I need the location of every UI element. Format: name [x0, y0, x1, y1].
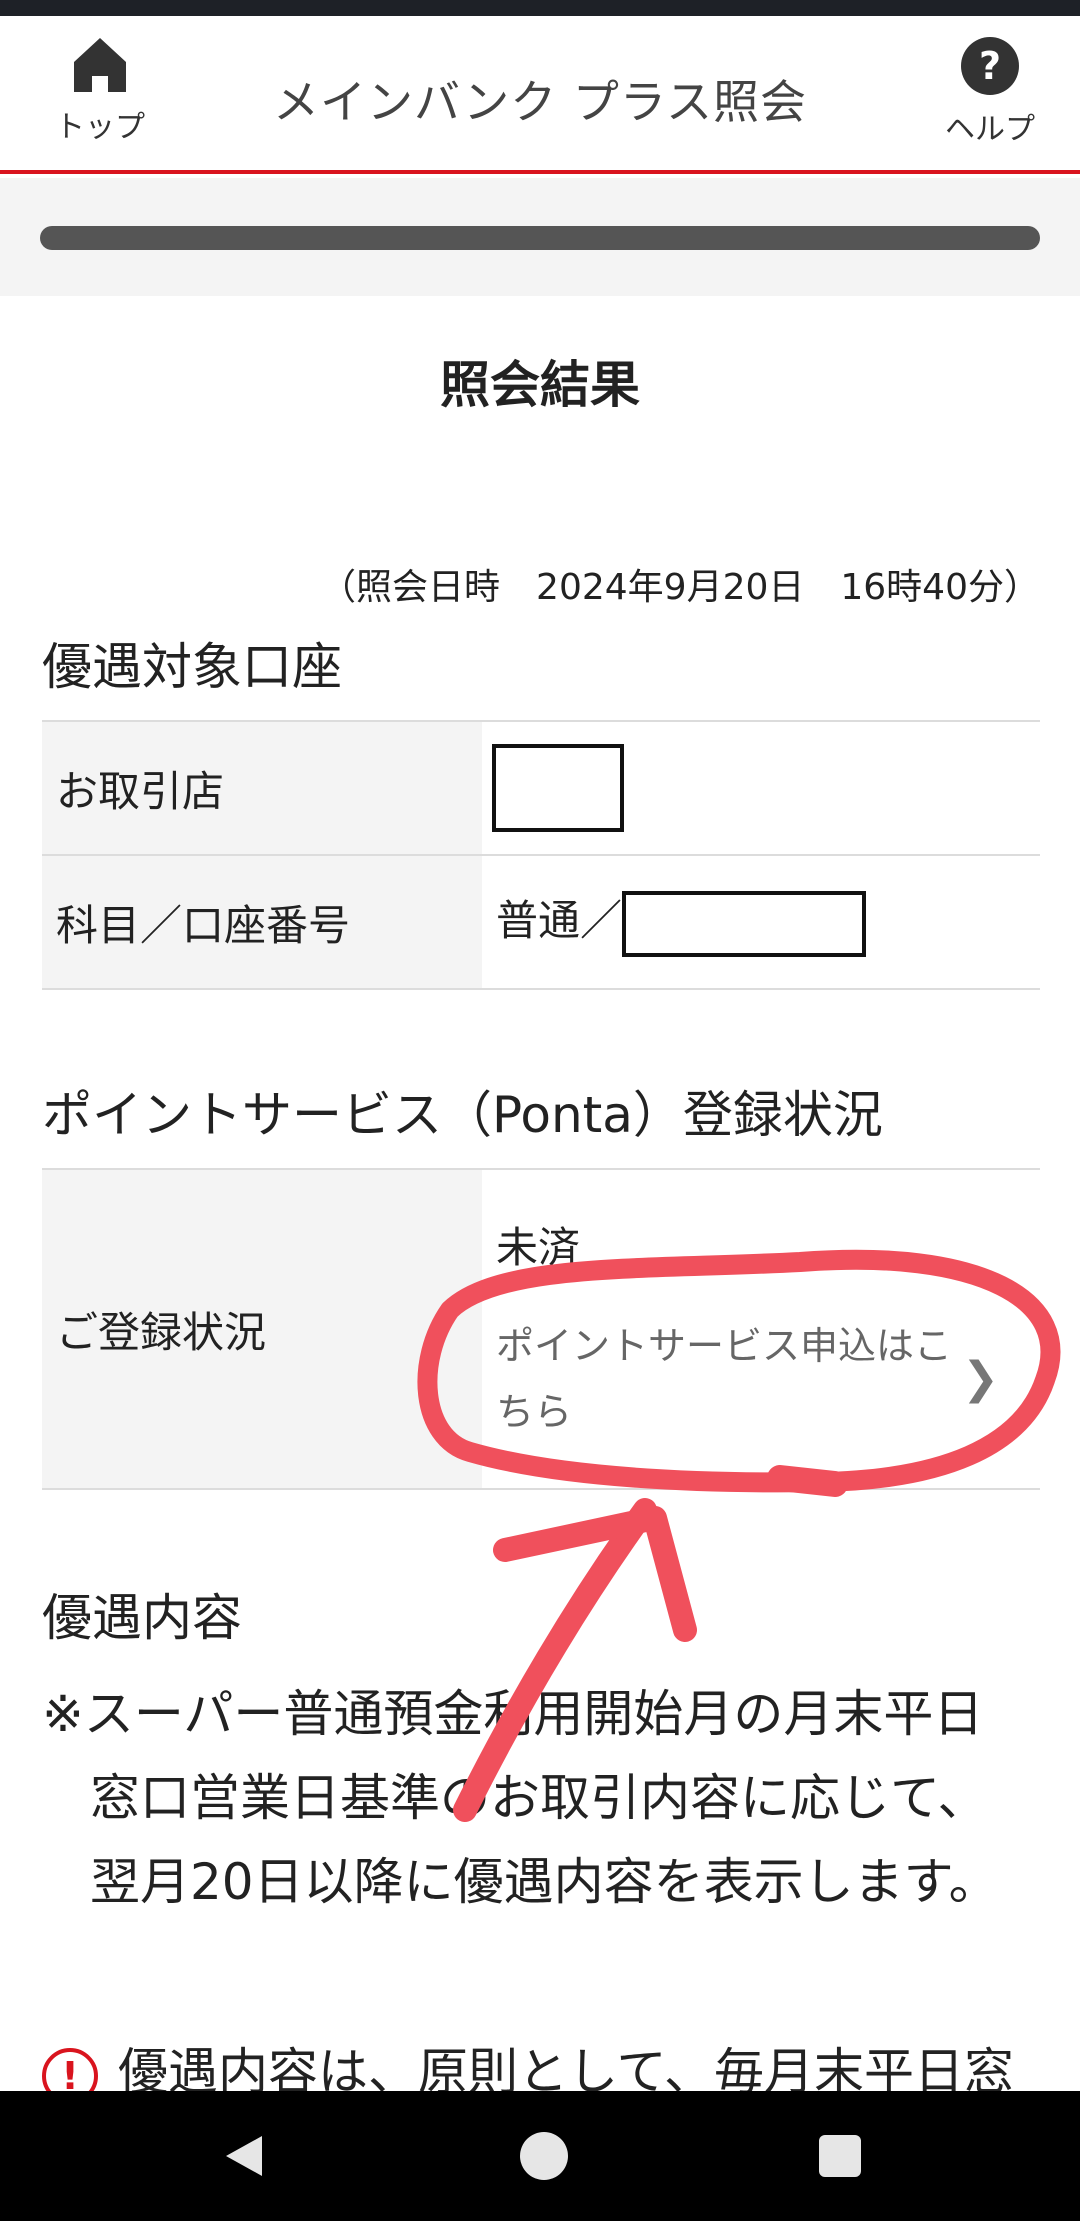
registration-value: 未済 ポイントサービス申込はこちら ❯: [482, 1168, 1040, 1490]
back-icon[interactable]: [214, 2126, 274, 2186]
note-line-3: 翌月20日以降に優遇内容を表示します。: [90, 1853, 999, 1911]
point-table: ご登録状況 未済 ポイントサービス申込はこちら ❯: [42, 1168, 1040, 1490]
registration-status: 未済: [496, 1222, 581, 1272]
inquiry-datetime: （照会日時 2024年9月20日 16時40分）: [320, 567, 1040, 608]
table-row: お取引店: [42, 720, 1040, 856]
app-header: トップ メインバンク プラス照会 ? ヘルプ: [0, 16, 1080, 174]
help-label: ヘルプ: [945, 112, 1035, 147]
account-section-heading: 優遇対象口座: [42, 638, 342, 696]
svg-text:?: ?: [979, 44, 1001, 88]
masked-account-number: [622, 890, 867, 957]
page-title: 照会結果: [440, 356, 640, 414]
masked-branch: [492, 744, 624, 832]
top-label: トップ: [55, 110, 145, 145]
annotation-arrow-head: [493, 1506, 697, 1642]
branch-label: お取引店: [42, 720, 482, 856]
point-section-heading: ポイントサービス（Ponta）登録状況: [42, 1086, 883, 1144]
progress-bar: [40, 226, 1040, 250]
point-service-apply-link[interactable]: ポイントサービス申込はこちら ❯: [496, 1313, 1039, 1445]
note-line-2: 窓口営業日基準のお取引内容に応じて、: [90, 1769, 988, 1827]
status-bar: [0, 0, 1080, 16]
app-title: メインバンク プラス照会: [272, 75, 807, 129]
benefit-section-heading: 優遇内容: [42, 1589, 242, 1647]
chevron-right-icon: ❯: [962, 1352, 999, 1404]
home-circle-icon[interactable]: [514, 2126, 574, 2186]
account-table: お取引店 科目／口座番号 普通／: [42, 720, 1040, 990]
table-row: 科目／口座番号 普通／: [42, 854, 1040, 990]
benefit-note: ※スーパー普通預金利用開始月の月末平日 窓口営業日基準のお取引内容に応じて、 翌…: [42, 1672, 1042, 1924]
registration-label: ご登録状況: [42, 1168, 482, 1490]
account-number-value: 普通／: [482, 854, 1040, 990]
progress-area: [0, 178, 1080, 296]
table-row: ご登録状況 未済 ポイントサービス申込はこちら ❯: [42, 1168, 1040, 1490]
top-button[interactable]: トップ: [30, 36, 170, 156]
help-button[interactable]: ? ヘルプ: [920, 36, 1060, 156]
account-type-text: 普通／: [496, 896, 623, 946]
navigation-bar: [0, 2091, 1080, 2221]
recents-icon[interactable]: [810, 2126, 870, 2186]
help-icon: ?: [961, 37, 1019, 95]
account-number-label: 科目／口座番号: [42, 854, 482, 990]
apply-link-text: ポイントサービス申込はこちら: [496, 1323, 953, 1434]
home-icon: [74, 38, 126, 92]
note-line-1: ※スーパー普通預金利用開始月の月末平日: [42, 1685, 984, 1743]
branch-value: [482, 720, 1040, 856]
